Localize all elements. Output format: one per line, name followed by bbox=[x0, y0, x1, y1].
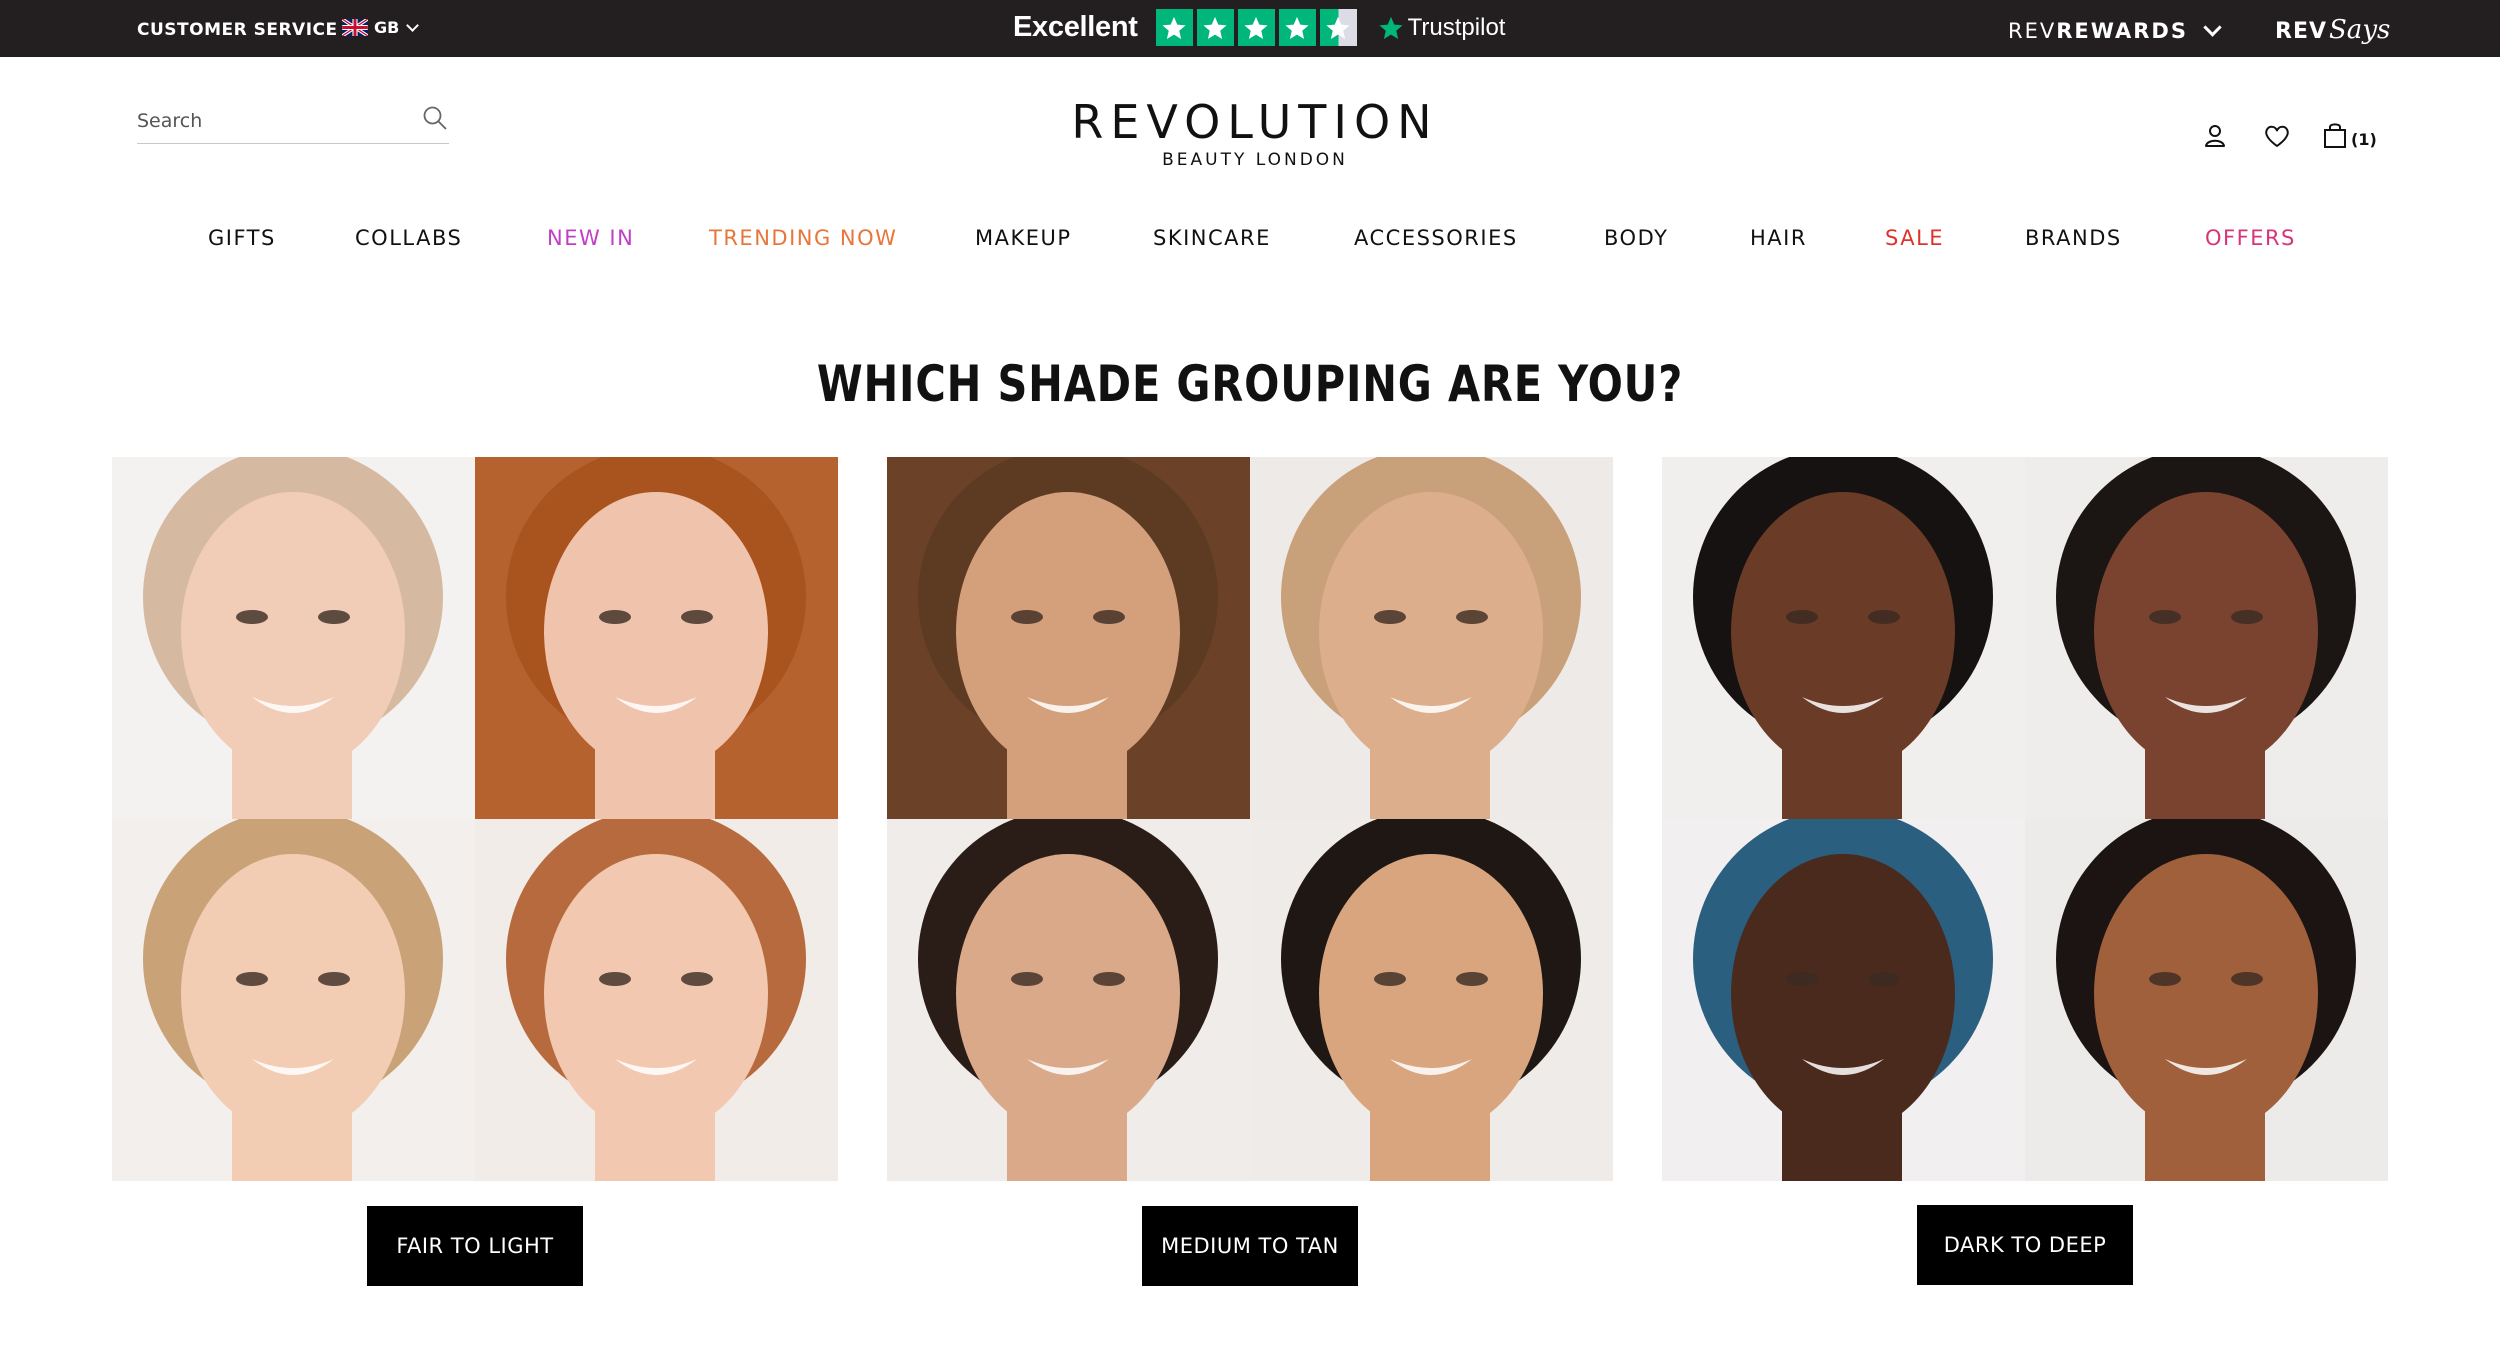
star-icon bbox=[1237, 9, 1275, 46]
logo-wordmark: REVOLUTION bbox=[1071, 95, 1439, 149]
nav-item-new-in[interactable]: NEW IN bbox=[547, 226, 634, 250]
locale-label: GB bbox=[374, 18, 400, 37]
trustpilot-widget[interactable]: Excellent Trustpilot bbox=[1013, 9, 1505, 46]
nav-item-brands[interactable]: BRANDS bbox=[2025, 226, 2122, 250]
bag-button[interactable]: (1) bbox=[2320, 121, 2377, 151]
nav-item-makeup[interactable]: MAKEUP bbox=[975, 226, 1072, 250]
shade-group-fair-to-light-image[interactable] bbox=[112, 457, 838, 1181]
trustpilot-logo: Trustpilot bbox=[1377, 13, 1506, 42]
model-portrait bbox=[2025, 819, 2388, 1181]
shade-group-dark-to-deep-image[interactable] bbox=[1662, 457, 2388, 1181]
model-portrait bbox=[1250, 457, 1613, 819]
rev-says-prefix: REV bbox=[2275, 19, 2327, 44]
nav-item-accessories[interactable]: ACCESSORIES bbox=[1354, 226, 1518, 250]
search-box bbox=[137, 100, 449, 144]
locale-selector[interactable]: GB bbox=[342, 18, 420, 37]
model-portrait bbox=[112, 457, 475, 819]
rev-rewards-prefix: REV bbox=[2008, 19, 2057, 43]
header-actions: (1) bbox=[2200, 121, 2377, 151]
bag-count: (1) bbox=[2351, 129, 2377, 149]
star-icon bbox=[1196, 9, 1234, 46]
rev-rewards-label: REWARDS bbox=[2056, 19, 2188, 43]
trustpilot-star-icon bbox=[1379, 16, 1403, 39]
top-bar: CUSTOMER SERVICE GB Excellent Trustpilot… bbox=[0, 0, 2500, 57]
customer-service-link[interactable]: CUSTOMER SERVICE bbox=[137, 20, 338, 40]
account-icon[interactable] bbox=[2200, 121, 2230, 151]
nav-item-body[interactable]: BODY bbox=[1604, 226, 1668, 250]
nav-item-hair[interactable]: HAIR bbox=[1750, 226, 1807, 250]
model-portrait bbox=[1662, 819, 2025, 1181]
trustpilot-brand-label: Trustpilot bbox=[1407, 13, 1506, 41]
model-portrait bbox=[112, 819, 475, 1181]
uk-flag-icon bbox=[342, 19, 368, 36]
rev-says-label: Says bbox=[2329, 15, 2391, 45]
medium-to-tan-button[interactable]: MEDIUM TO TAN bbox=[1142, 1206, 1358, 1286]
search-icon[interactable] bbox=[421, 104, 449, 132]
chevron-down-icon bbox=[406, 18, 420, 32]
brand-logo[interactable]: REVOLUTION BEAUTY LONDON bbox=[1000, 98, 1510, 170]
fair-to-light-button[interactable]: FAIR TO LIGHT bbox=[367, 1206, 583, 1286]
model-portrait bbox=[887, 457, 1250, 819]
rev-says-link[interactable]: REV Says bbox=[2275, 15, 2390, 45]
star-icon bbox=[1278, 9, 1316, 46]
model-portrait bbox=[475, 819, 838, 1181]
search-input[interactable] bbox=[137, 106, 407, 136]
dark-to-deep-button[interactable]: DARK TO DEEP bbox=[1917, 1205, 2133, 1285]
shopping-bag-icon bbox=[2324, 123, 2346, 148]
nav-item-skincare[interactable]: SKINCARE bbox=[1153, 226, 1271, 250]
nav-item-trending-now[interactable]: TRENDING NOW bbox=[709, 226, 897, 250]
model-portrait bbox=[475, 457, 838, 819]
model-portrait bbox=[1662, 457, 2025, 819]
model-portrait bbox=[1250, 819, 1613, 1181]
nav-item-collabs[interactable]: COLLABS bbox=[355, 226, 462, 250]
trustpilot-rating-text: Excellent bbox=[1013, 11, 1138, 43]
wishlist-heart-icon[interactable] bbox=[2262, 121, 2292, 151]
page-heading: WHICH SHADE GROUPING ARE YOU? bbox=[816, 355, 1684, 413]
trustpilot-stars bbox=[1155, 9, 1357, 46]
nav-item-offers[interactable]: OFFERS bbox=[2205, 226, 2296, 250]
main-navigation: GIFTS COLLABS NEW IN TRENDING NOW MAKEUP… bbox=[0, 226, 2500, 256]
logo-subtitle: BEAUTY LONDON bbox=[1162, 150, 1348, 170]
nav-item-gifts[interactable]: GIFTS bbox=[208, 226, 276, 250]
half-star-icon bbox=[1319, 9, 1357, 46]
nav-item-sale[interactable]: SALE bbox=[1885, 226, 1944, 250]
model-portrait bbox=[2025, 457, 2388, 819]
chevron-down-icon bbox=[2203, 17, 2222, 37]
rev-rewards-menu[interactable]: REV REWARDS bbox=[2008, 17, 2222, 43]
shade-group-medium-to-tan-image[interactable] bbox=[887, 457, 1613, 1181]
model-portrait bbox=[887, 819, 1250, 1181]
star-icon bbox=[1155, 9, 1193, 46]
